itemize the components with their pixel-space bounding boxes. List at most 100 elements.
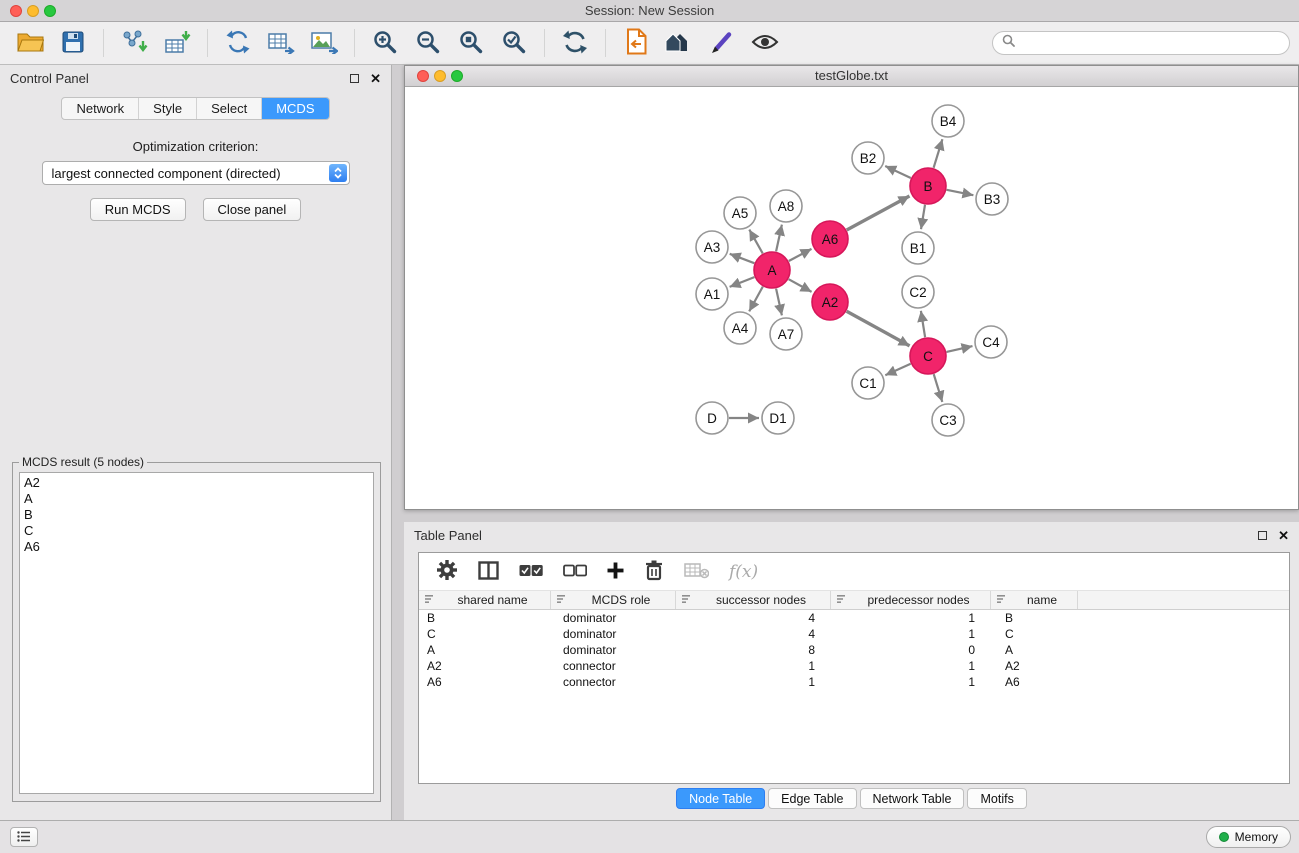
brush-button[interactable] <box>704 26 740 60</box>
column-header-name[interactable]: name <box>991 591 1078 609</box>
window-zoom-icon[interactable] <box>44 5 56 17</box>
document-button[interactable] <box>618 26 654 60</box>
table-row[interactable]: A2connector11A2 <box>419 658 1289 674</box>
graph-edge[interactable] <box>921 311 925 337</box>
table-cell[interactable]: B <box>991 611 1078 625</box>
table-cell[interactable]: 1 <box>676 659 831 673</box>
graph-node[interactable]: C3 <box>932 404 964 436</box>
result-item[interactable]: A <box>20 491 373 507</box>
table-row[interactable]: Cdominator41C <box>419 626 1289 642</box>
result-item[interactable]: A6 <box>20 539 373 555</box>
graph-node[interactable]: A4 <box>724 312 756 344</box>
graph-edge[interactable] <box>885 166 911 178</box>
graph-edge[interactable] <box>776 225 782 252</box>
float-panel-icon[interactable] <box>350 74 359 83</box>
graph-node[interactable]: B1 <box>902 232 934 264</box>
graph-node[interactable]: B <box>910 168 946 204</box>
graph-node[interactable]: B4 <box>932 105 964 137</box>
graph-edge[interactable] <box>934 139 943 168</box>
graph-edge[interactable] <box>947 346 973 352</box>
criterion-dropdown[interactable]: largest connected component (directed) <box>42 161 350 185</box>
table-cell[interactable]: 1 <box>831 659 991 673</box>
graph-node[interactable]: A2 <box>812 284 848 320</box>
graph-edge[interactable] <box>885 364 910 375</box>
delete-table-button[interactable] <box>684 562 709 582</box>
close-panel-icon[interactable]: ✕ <box>370 74 381 83</box>
network-canvas[interactable]: B4B2BB3A5A8A6A3B1AA1C2A2A4A7C4CC1C3DD1 <box>405 87 1298 509</box>
graph-edge[interactable] <box>749 287 763 312</box>
table-cell[interactable]: connector <box>551 675 676 689</box>
result-item[interactable]: C <box>20 523 373 539</box>
table-row[interactable]: A6connector11A6 <box>419 674 1289 690</box>
function-builder-button[interactable]: f(x) <box>729 562 758 582</box>
graph-node[interactable]: A <box>754 252 790 288</box>
table-cell[interactable]: dominator <box>551 643 676 657</box>
table-cell[interactable]: A6 <box>991 675 1078 689</box>
table-cell[interactable]: 1 <box>831 675 991 689</box>
table-cell[interactable]: 0 <box>831 643 991 657</box>
table-cell[interactable]: 4 <box>676 611 831 625</box>
tab-edge-table[interactable]: Edge Table <box>768 788 856 809</box>
column-header-MCDS-role[interactable]: MCDS role <box>551 591 676 609</box>
save-session-button[interactable] <box>55 26 91 60</box>
network-arrows-button[interactable] <box>220 26 256 60</box>
graph-edge[interactable] <box>847 311 910 346</box>
graph-node[interactable]: D1 <box>762 402 794 434</box>
search-box[interactable] <box>992 31 1290 55</box>
table-cell[interactable]: connector <box>551 659 676 673</box>
column-header-predecessor-nodes[interactable]: predecessor nodes <box>831 591 991 609</box>
import-table-button[interactable] <box>159 26 195 60</box>
graph-edge[interactable] <box>847 196 910 230</box>
zoom-selected-button[interactable] <box>496 26 532 60</box>
graph-node[interactable]: C4 <box>975 326 1007 358</box>
window-minimize-icon[interactable] <box>27 5 39 17</box>
table-row[interactable]: Adominator80A <box>419 642 1289 658</box>
table-cell[interactable]: A6 <box>419 675 551 689</box>
open-session-button[interactable] <box>12 26 48 60</box>
network-window-titlebar[interactable]: testGlobe.txt <box>405 66 1298 87</box>
graph-node[interactable]: C1 <box>852 367 884 399</box>
table-settings-button[interactable] <box>436 559 458 584</box>
table-cell[interactable]: 1 <box>676 675 831 689</box>
table-cell[interactable]: C <box>419 627 551 641</box>
table-cell[interactable]: A <box>991 643 1078 657</box>
refresh-button[interactable] <box>557 26 593 60</box>
graph-node[interactable]: B3 <box>976 183 1008 215</box>
graph-edge[interactable] <box>730 254 755 263</box>
memory-button[interactable]: Memory <box>1206 826 1291 848</box>
tab-mcds[interactable]: MCDS <box>262 98 328 119</box>
graph-node[interactable]: A6 <box>812 221 848 257</box>
delete-column-button[interactable] <box>644 559 664 584</box>
graph-node[interactable]: A5 <box>724 197 756 229</box>
home-button[interactable] <box>661 26 697 60</box>
window-close-icon[interactable] <box>10 5 22 17</box>
result-item[interactable]: A2 <box>20 475 373 491</box>
graph-edge[interactable] <box>934 374 943 402</box>
table-cell[interactable]: 1 <box>831 611 991 625</box>
table-cell[interactable]: 8 <box>676 643 831 657</box>
graph-node[interactable]: A7 <box>770 318 802 350</box>
network-close-icon[interactable] <box>417 70 429 82</box>
table-cell[interactable]: A2 <box>419 659 551 673</box>
graph-edge[interactable] <box>730 277 755 287</box>
graph-node[interactable]: A8 <box>770 190 802 222</box>
graph-edge[interactable] <box>749 230 762 254</box>
search-input[interactable] <box>1020 36 1280 51</box>
close-panel-button[interactable]: Close panel <box>203 198 302 221</box>
tab-network-table[interactable]: Network Table <box>860 788 965 809</box>
tab-motifs[interactable]: Motifs <box>967 788 1026 809</box>
float-table-panel-icon[interactable] <box>1258 531 1267 540</box>
graph-node[interactable]: B2 <box>852 142 884 174</box>
table-cell[interactable]: B <box>419 611 551 625</box>
result-item[interactable]: B <box>20 507 373 523</box>
zoom-out-button[interactable] <box>410 26 446 60</box>
column-header-shared-name[interactable]: shared name <box>419 591 551 609</box>
table-cell[interactable]: A2 <box>991 659 1078 673</box>
add-column-button[interactable] <box>607 562 624 582</box>
graph-node[interactable]: C2 <box>902 276 934 308</box>
tab-style[interactable]: Style <box>139 98 197 119</box>
close-table-panel-icon[interactable]: ✕ <box>1278 531 1289 540</box>
zoom-fit-button[interactable] <box>453 26 489 60</box>
graph-edge[interactable] <box>947 190 974 195</box>
task-history-button[interactable] <box>10 827 38 847</box>
